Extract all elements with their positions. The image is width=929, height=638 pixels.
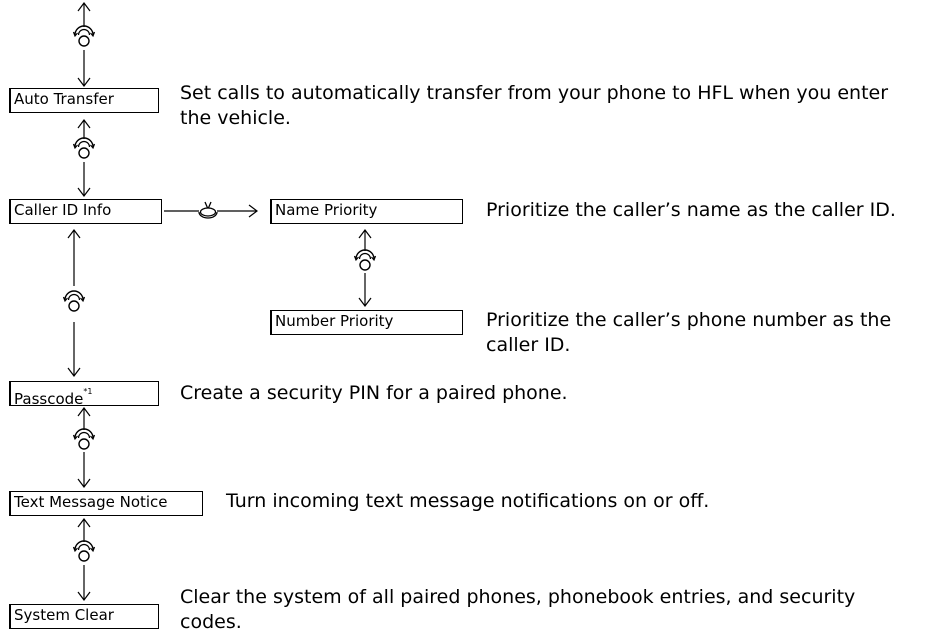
auto-transfer-item: Auto Transfer — [9, 88, 159, 113]
caller-id-info-label: Caller ID Info — [14, 201, 112, 219]
number-priority-label: Number Priority — [275, 312, 394, 330]
text-message-notice-description: Turn incoming text message notifications… — [226, 490, 710, 512]
passcode-label: Passcode — [14, 390, 84, 408]
menu-diagram: Auto Transfer Set calls to automatically… — [0, 0, 929, 638]
rotate-dial-icon — [353, 249, 377, 271]
number-priority-description: Prioritize the caller’s phone number as … — [486, 309, 892, 356]
text-message-notice-item: Text Message Notice — [9, 491, 203, 516]
footnote-marker: *1 — [83, 387, 93, 396]
caller-id-info-item: Caller ID Info — [9, 199, 162, 224]
number-priority-item: Number Priority — [270, 310, 463, 335]
name-priority-label: Name Priority — [275, 201, 378, 219]
name-priority-item: Name Priority — [270, 199, 463, 224]
system-clear-label: System Clear — [14, 606, 114, 624]
rotate-dial-icon — [72, 25, 96, 47]
passcode-item: Passcode*1 — [9, 381, 159, 408]
press-dial-icon — [198, 201, 218, 219]
rotate-dial-icon — [72, 137, 96, 159]
text-message-notice-label: Text Message Notice — [14, 493, 168, 511]
rotate-dial-icon — [62, 290, 86, 312]
rotate-dial-icon — [72, 428, 96, 450]
passcode-description: Create a security PIN for a paired phone… — [180, 382, 568, 404]
rotate-dial-icon — [72, 540, 96, 562]
system-clear-item: System Clear — [9, 604, 159, 629]
name-priority-description: Prioritize the caller’s name as the call… — [486, 199, 896, 221]
auto-transfer-description: Set calls to automatically transfer from… — [180, 82, 889, 129]
system-clear-description: Clear the system of all paired phones, p… — [180, 586, 856, 633]
auto-transfer-label: Auto Transfer — [14, 90, 114, 108]
